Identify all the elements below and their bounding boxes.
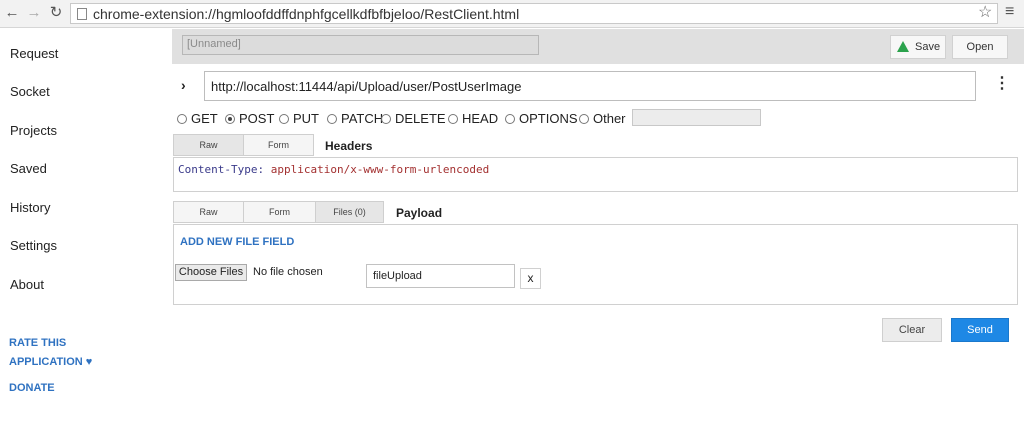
method-label: POST — [239, 111, 275, 126]
sidebar-item-projects[interactable]: Projects — [10, 123, 57, 138]
headers-title: Headers — [325, 139, 373, 153]
headers-tab-raw[interactable]: Raw — [173, 134, 244, 156]
header-key: Content-Type: — [178, 163, 265, 176]
star-icon[interactable]: ☆ — [978, 2, 992, 22]
add-file-field-link[interactable]: ADD NEW FILE FIELD — [180, 236, 294, 248]
header-value: application/x-www-form-urlencoded — [270, 163, 490, 176]
method-label: HEAD — [462, 111, 499, 126]
file-field-name-input[interactable]: fileUpload — [366, 264, 515, 288]
open-button[interactable]: Open — [952, 35, 1008, 59]
sidebar-item-history[interactable]: History — [10, 200, 50, 215]
other-method-input[interactable] — [632, 109, 761, 126]
method-other[interactable]: Other — [579, 111, 626, 126]
payload-panel — [173, 224, 1018, 305]
save-label: Save — [915, 41, 941, 53]
sidebar-item-socket[interactable]: Socket — [10, 84, 50, 99]
radio-icon — [279, 114, 289, 124]
rate-link-line2[interactable]: APPLICATION ♥ — [9, 356, 92, 368]
radio-icon — [381, 114, 391, 124]
back-arrow-icon[interactable]: ← — [4, 5, 20, 21]
reload-icon[interactable]: ↻ — [48, 5, 64, 21]
radio-checked-icon — [225, 114, 235, 124]
rate-link-line1[interactable]: RATE THIS — [9, 337, 66, 349]
page-icon — [77, 8, 87, 20]
no-file-label: No file chosen — [253, 266, 323, 278]
sidebar-item-settings[interactable]: Settings — [10, 238, 57, 253]
chevron-right-icon[interactable]: › — [181, 77, 186, 93]
sidebar-item-about[interactable]: About — [10, 277, 44, 292]
payload-tab-form[interactable]: Form — [243, 201, 316, 223]
sidebar-item-saved[interactable]: Saved — [10, 161, 47, 176]
clear-button[interactable]: Clear — [882, 318, 942, 342]
method-label: PUT — [293, 111, 319, 126]
method-patch[interactable]: PATCH — [327, 111, 383, 126]
method-label: DELETE — [395, 111, 446, 126]
forward-arrow-icon[interactable]: → — [26, 5, 42, 21]
method-get[interactable]: GET — [177, 111, 218, 126]
payload-title: Payload — [396, 206, 443, 220]
sidebar: Request Socket Projects Saved History Se… — [0, 28, 170, 421]
radio-icon — [327, 114, 337, 124]
browser-toolbar: ← → ↻ chrome-extension://hgmloofddffdnph… — [0, 0, 1024, 28]
headers-editor[interactable]: Content-Type: application/x-www-form-url… — [173, 157, 1018, 192]
radio-icon — [505, 114, 515, 124]
radio-icon — [177, 114, 187, 124]
address-text: chrome-extension://hgmloofddffdnphfgcell… — [93, 6, 520, 22]
request-url-input[interactable]: http://localhost:11444/api/Upload/user/P… — [204, 71, 976, 101]
request-name-input[interactable]: [Unnamed] — [182, 35, 539, 55]
remove-file-field-button[interactable]: x — [520, 268, 541, 289]
chrome-menu-icon[interactable]: ≡ — [1005, 4, 1014, 20]
payload-tab-raw[interactable]: Raw — [173, 201, 244, 223]
save-button[interactable]: Save — [890, 35, 946, 59]
headers-tab-form[interactable]: Form — [243, 134, 314, 156]
radio-icon — [448, 114, 458, 124]
payload-tab-files[interactable]: Files (0) — [315, 201, 384, 223]
method-put[interactable]: PUT — [279, 111, 319, 126]
address-bar[interactable]: chrome-extension://hgmloofddffdnphfgcell… — [70, 3, 998, 24]
method-head[interactable]: HEAD — [448, 111, 498, 126]
donate-link[interactable]: DONATE — [9, 382, 55, 394]
google-drive-icon — [897, 41, 909, 52]
method-label: PATCH — [341, 111, 384, 126]
more-options-icon[interactable]: ⋮ — [994, 76, 1010, 92]
method-label: OPTIONS — [519, 111, 578, 126]
method-post[interactable]: POST — [225, 111, 274, 126]
send-button[interactable]: Send — [951, 318, 1009, 342]
sidebar-item-request[interactable]: Request — [10, 46, 58, 61]
method-options[interactable]: OPTIONS — [505, 111, 578, 126]
radio-icon — [579, 114, 589, 124]
choose-files-button[interactable]: Choose Files — [175, 264, 247, 281]
method-label: GET — [191, 111, 218, 126]
method-delete[interactable]: DELETE — [381, 111, 446, 126]
method-label: Other — [593, 111, 626, 126]
